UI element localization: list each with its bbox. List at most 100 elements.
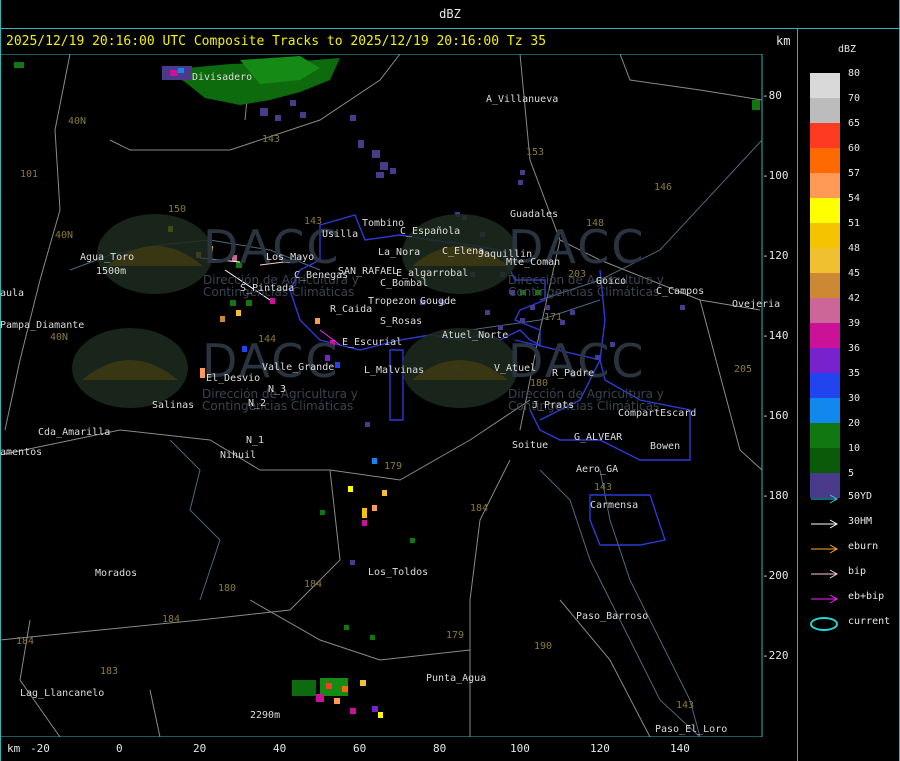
- place-label: SAN_RAFAEL: [338, 266, 399, 277]
- legend-level-label: 42: [848, 293, 861, 304]
- legend-swatch-48: [810, 248, 840, 273]
- legend-level-label: 45: [848, 268, 861, 279]
- track-legend-item: eb+bip: [810, 590, 896, 606]
- x-tick-label: 140: [670, 742, 690, 755]
- place-label: Aero_GA: [576, 464, 619, 475]
- legend-swatch-57: [810, 173, 840, 198]
- x-tick-label: 20: [193, 742, 207, 755]
- y-tick-label: -140: [762, 329, 789, 342]
- place-label: L_Malvinas: [364, 365, 425, 376]
- y-tick-label: -120: [762, 249, 789, 262]
- track-legend-item: bip: [810, 565, 896, 581]
- place-label: C_Campos: [656, 286, 705, 297]
- place-label: Los_Mayo: [266, 252, 315, 263]
- place-label: Punta_Agua: [426, 673, 487, 684]
- track-legend-item: 50YD: [810, 490, 896, 506]
- place-label: Divisadero: [192, 72, 253, 83]
- legend-swatch-70: [810, 98, 840, 123]
- road-number: 144: [258, 334, 277, 345]
- place-label: 1500m: [96, 266, 127, 277]
- place-label: C_Española: [400, 226, 461, 237]
- composite-header: 2025/12/19 20:16:00 UTC Composite Tracks…: [6, 34, 547, 49]
- place-label: Tropezon: [368, 296, 417, 307]
- road-number: 143: [594, 482, 613, 493]
- track-symbol-icon: [811, 494, 839, 504]
- legend-swatch-10: [810, 448, 840, 473]
- legend-swatch-65: [810, 123, 840, 148]
- x-tick-label: 100: [510, 742, 530, 755]
- road-number: 143: [676, 700, 695, 711]
- road-number: 40N: [50, 332, 69, 343]
- place-label: aula: [0, 288, 25, 299]
- legend-swatch-45: [810, 273, 840, 298]
- legend-swatch-60: [810, 148, 840, 173]
- place-label: N_2: [248, 398, 267, 409]
- legend-level-label: 39: [848, 318, 861, 329]
- road-number: 190: [534, 641, 553, 652]
- place-label: Pampa_Diamante: [0, 320, 85, 331]
- track-legend-label: eb+bip: [848, 591, 885, 602]
- track-symbol-icon: [810, 617, 838, 631]
- place-label: 2290m: [250, 710, 281, 721]
- place-label: Usilla: [322, 229, 359, 240]
- legend-level-label: 30: [848, 393, 861, 404]
- x-tick-label: 40: [273, 742, 287, 755]
- window-title: dBZ: [439, 7, 461, 21]
- road-number: 143: [304, 216, 323, 227]
- track-legend-label: eburn: [848, 541, 879, 552]
- track-legend-item: current: [810, 615, 896, 631]
- current-ellipse-icon: [810, 617, 838, 631]
- track-legend-item: 30HM: [810, 515, 896, 531]
- place-label: Salinas: [152, 400, 195, 411]
- frame-top: [0, 28, 900, 29]
- y-tick-label: -160: [762, 409, 789, 422]
- road-number: 203: [568, 269, 587, 280]
- legend-level-label: 20: [848, 418, 861, 429]
- place-label: Mte_Coman: [506, 257, 561, 268]
- road-number: 179: [384, 461, 403, 472]
- place-label: amentos: [0, 447, 43, 458]
- place-label: J_Prats: [532, 400, 575, 411]
- legend-swatch-54: [810, 198, 840, 223]
- place-label: R_Caida: [330, 304, 373, 315]
- road-number: 183: [100, 666, 119, 677]
- y-tick-label: -200: [762, 569, 789, 582]
- y-tick-label: -80: [762, 89, 782, 102]
- legend-level-label: 54: [848, 193, 861, 204]
- track-symbol-icon: [811, 519, 839, 529]
- track-symbol-icon: [811, 544, 839, 554]
- legend-swatch-20: [810, 423, 840, 448]
- legend-level-label: 57: [848, 168, 861, 179]
- place-label: S_Rosas: [380, 316, 423, 327]
- x-unit-label: km: [7, 742, 21, 755]
- road-number: 148: [586, 218, 605, 229]
- place-label: Paso_El_Loro: [655, 724, 728, 735]
- track-symbol-icon: [811, 569, 839, 579]
- legend-swatch-30: [810, 398, 840, 423]
- place-label: Morados: [95, 568, 138, 579]
- radar-map[interactable]: DACC Dirección de Agricultura y Continge…: [0, 54, 797, 737]
- place-label: G_ALVEAR: [574, 432, 623, 443]
- place-label: El_Desvio: [206, 373, 261, 384]
- place-label: Carmensa: [590, 500, 639, 511]
- road-number: 171: [544, 312, 563, 323]
- track-legend-label: 30HM: [848, 516, 873, 527]
- place-label: Paso_Barroso: [576, 611, 649, 622]
- y-unit-label: km: [776, 34, 791, 48]
- place-label: R_Padre: [552, 368, 595, 379]
- place-label: C_Bombal: [380, 278, 429, 289]
- road-number: 146: [654, 182, 673, 193]
- legend-level-label: 65: [848, 118, 861, 129]
- track-legend-item: eburn: [810, 540, 896, 556]
- legend-title: dBZ: [838, 44, 857, 55]
- legend-level-label: 51: [848, 218, 861, 229]
- place-label: Tombino: [362, 218, 405, 229]
- legend-swatch-36: [810, 348, 840, 373]
- legend-level-label: 35: [848, 368, 861, 379]
- track-legend-label: bip: [848, 566, 867, 577]
- place-label: CompartEscard: [618, 408, 697, 419]
- road-number: 101: [20, 169, 39, 180]
- place-label: Cda_Amarilla: [38, 427, 111, 438]
- place-label: Valle_Grande: [262, 362, 335, 373]
- legend-swatch-80: [810, 73, 840, 98]
